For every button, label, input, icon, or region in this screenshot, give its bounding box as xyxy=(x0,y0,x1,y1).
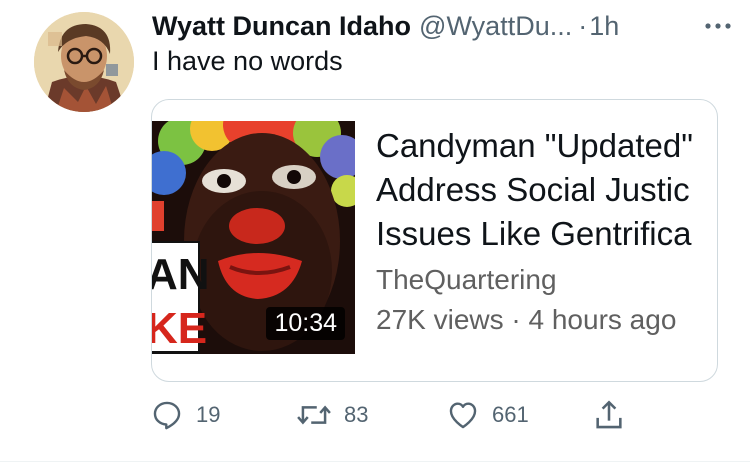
thumbnail-text-bottom: KE xyxy=(152,304,207,353)
tweet-header: Wyatt Duncan Idaho @WyattDu... · 1h xyxy=(152,8,738,44)
tweet-text: I have no words xyxy=(152,46,343,76)
author-handle[interactable]: @WyattDu... xyxy=(419,11,572,42)
link-card[interactable]: AN KE 10:34 Candyman "Updated" Address S… xyxy=(151,99,718,382)
author-name[interactable]: Wyatt Duncan Idaho xyxy=(152,11,411,42)
card-meta: 27K views · 4 hours ago xyxy=(376,304,677,335)
reply-count: 19 xyxy=(196,402,221,427)
card-title-line: Candyman "Updated" xyxy=(376,127,693,164)
tweet-time[interactable]: 1h xyxy=(589,11,619,42)
card-info: Candyman "Updated" Address Social Justic… xyxy=(376,124,717,340)
like-button[interactable]: 661 xyxy=(446,392,529,438)
video-thumbnail[interactable]: AN KE 10:34 xyxy=(152,121,355,354)
card-channel: TheQuartering xyxy=(376,264,557,295)
like-count: 661 xyxy=(492,402,529,427)
card-title-line: Issues Like Gentrifica xyxy=(376,215,692,252)
retweet-icon xyxy=(296,398,332,432)
thumbnail-text-top: AN xyxy=(152,250,210,299)
retweet-button[interactable]: 83 xyxy=(296,392,368,438)
reply-icon xyxy=(150,398,184,432)
separator: · xyxy=(578,10,588,41)
heart-icon xyxy=(446,398,480,432)
share-icon xyxy=(592,398,626,432)
reply-button[interactable]: 19 xyxy=(150,392,220,438)
video-duration: 10:34 xyxy=(266,307,345,340)
divider xyxy=(0,461,750,462)
share-button[interactable] xyxy=(592,392,626,438)
avatar[interactable] xyxy=(34,12,134,112)
retweet-count: 83 xyxy=(344,402,369,427)
avatar-image xyxy=(34,12,134,112)
more-icon[interactable] xyxy=(698,14,738,38)
action-bar: 19 83 661 xyxy=(150,392,650,438)
card-title-line: Address Social Justic xyxy=(376,171,690,208)
